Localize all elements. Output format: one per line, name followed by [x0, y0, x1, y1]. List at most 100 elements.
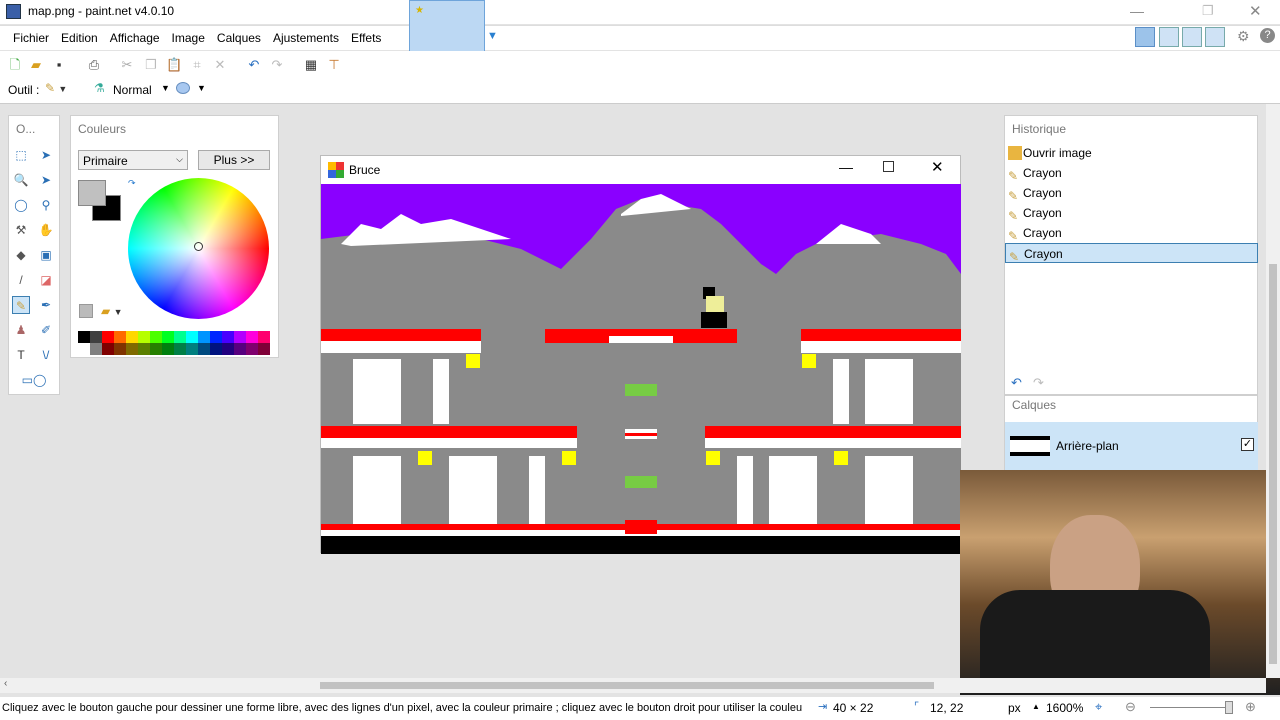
- palette-swatch[interactable]: [198, 343, 210, 355]
- redo-icon[interactable]: ↷: [269, 57, 285, 73]
- menu-effets[interactable]: Effets: [345, 26, 387, 50]
- history-undo-icon[interactable]: ↶: [1011, 375, 1022, 391]
- undo-icon[interactable]: ↶: [246, 57, 262, 73]
- zoom-to-window-icon[interactable]: ⌖: [1095, 699, 1102, 715]
- palette-swatch[interactable]: [150, 343, 162, 355]
- palette-swatch[interactable]: [138, 343, 150, 355]
- history-item[interactable]: Ouvrir image: [1005, 143, 1258, 163]
- more-colors-button[interactable]: Plus >>: [198, 150, 270, 170]
- palette-swatch[interactable]: [102, 331, 114, 343]
- history-window-toggle[interactable]: [1159, 27, 1179, 47]
- palette-swatch[interactable]: [126, 343, 138, 355]
- menu-image[interactable]: Image: [166, 26, 211, 50]
- palette-menu-icon[interactable]: ▰ ▼: [101, 304, 122, 318]
- game-canvas[interactable]: [321, 184, 961, 554]
- palette-swatch[interactable]: [174, 331, 186, 343]
- palette-swatch[interactable]: [162, 331, 174, 343]
- lasso-icon[interactable]: ⚒: [12, 221, 30, 239]
- tab-list-dropdown[interactable]: ▼: [487, 30, 498, 42]
- layers-window-toggle[interactable]: [1182, 27, 1202, 47]
- palette-swatch[interactable]: [78, 331, 90, 343]
- palette-swatch[interactable]: [114, 343, 126, 355]
- palette-swatch[interactable]: [222, 331, 234, 343]
- palette-swatch[interactable]: [210, 343, 222, 355]
- blend-mode-select[interactable]: Normal: [113, 83, 152, 97]
- antialias-icon[interactable]: [176, 82, 190, 94]
- zoom-slider-thumb[interactable]: [1225, 701, 1233, 714]
- pencil-tool-icon[interactable]: ✎ ▼: [45, 81, 67, 95]
- unit-select[interactable]: px: [1008, 701, 1021, 715]
- settings-icon[interactable]: ⚙: [1237, 28, 1250, 45]
- menu-affichage[interactable]: Affichage: [104, 26, 166, 50]
- color-mode-select[interactable]: Primaire ⌵: [78, 150, 188, 170]
- zoom-in-icon[interactable]: ⊕: [1245, 699, 1256, 715]
- tools-window-toggle[interactable]: [1135, 27, 1155, 47]
- unit-dropdown[interactable]: ▲: [1032, 702, 1040, 711]
- swap-colors-icon[interactable]: ↷: [128, 178, 136, 189]
- help-icon[interactable]: ?: [1260, 28, 1275, 43]
- palette-swatch[interactable]: [258, 331, 270, 343]
- grid-icon[interactable]: ▦: [303, 57, 319, 73]
- palette-swatch[interactable]: [210, 331, 222, 343]
- add-to-palette-icon[interactable]: [79, 304, 93, 318]
- palette-swatch[interactable]: [138, 331, 150, 343]
- maximize-button[interactable]: ❐: [1202, 3, 1214, 19]
- deselect-icon[interactable]: ✕: [212, 57, 228, 73]
- ruler-icon[interactable]: ⊤: [326, 57, 342, 73]
- text-icon[interactable]: T: [12, 346, 30, 364]
- horizontal-scrollbar[interactable]: ‹: [0, 678, 1266, 693]
- pencil-icon[interactable]: ✎: [12, 296, 30, 314]
- history-redo-icon[interactable]: ↷: [1033, 375, 1044, 391]
- scroll-left-arrow[interactable]: ‹: [4, 678, 7, 689]
- palette-swatch[interactable]: [102, 343, 114, 355]
- palette-swatch[interactable]: [126, 331, 138, 343]
- color-wheel-cursor[interactable]: [194, 242, 203, 251]
- game-minimize-button[interactable]: —: [839, 159, 853, 175]
- eraser-icon[interactable]: ◪: [37, 271, 55, 289]
- palette-swatch[interactable]: [174, 343, 186, 355]
- open-icon[interactable]: ▰: [28, 57, 44, 73]
- palette-swatch[interactable]: [90, 331, 102, 343]
- move-selection-icon[interactable]: ➤: [37, 146, 55, 164]
- zoom-out-icon[interactable]: ⊖: [1125, 699, 1136, 715]
- palette-swatch[interactable]: [198, 331, 210, 343]
- crop-icon[interactable]: ⌗: [189, 57, 205, 73]
- layer-item[interactable]: Arrière-plan ✓: [1005, 422, 1258, 470]
- paste-icon[interactable]: 📋: [166, 57, 182, 73]
- new-icon[interactable]: 🗋: [7, 57, 23, 73]
- minimize-button[interactable]: —: [1130, 3, 1144, 19]
- palette-swatch[interactable]: [258, 343, 270, 355]
- antialias-dropdown[interactable]: ▼: [197, 83, 206, 93]
- menu-calques[interactable]: Calques: [211, 26, 267, 50]
- cut-icon[interactable]: ✂: [119, 57, 135, 73]
- copy-icon[interactable]: ❐: [143, 57, 159, 73]
- paint-bucket-icon[interactable]: ◆: [12, 246, 30, 264]
- colors-window-toggle[interactable]: [1205, 27, 1225, 47]
- rectangle-select-icon[interactable]: ⬚: [12, 146, 30, 164]
- palette-swatch[interactable]: [186, 343, 198, 355]
- game-close-button[interactable]: ✕: [931, 158, 944, 176]
- blend-mode-dropdown[interactable]: ▼: [161, 83, 170, 93]
- palette-swatch[interactable]: [114, 331, 126, 343]
- line-icon[interactable]: \/: [37, 346, 55, 364]
- history-item[interactable]: ✎ Crayon: [1005, 163, 1258, 183]
- color-wheel[interactable]: [128, 178, 269, 319]
- history-item-selected[interactable]: ✎ Crayon: [1005, 243, 1258, 264]
- save-icon[interactable]: ▪: [51, 57, 67, 73]
- game-maximize-button[interactable]: [883, 161, 894, 172]
- history-item[interactable]: ✎ Crayon: [1005, 183, 1258, 203]
- palette-swatch[interactable]: [78, 343, 90, 355]
- magic-wand-icon[interactable]: ⚲: [37, 196, 55, 214]
- vertical-scrollbar-thumb[interactable]: [1269, 264, 1277, 664]
- zoom-slider[interactable]: [1150, 707, 1232, 708]
- print-icon[interactable]: ⎙: [86, 57, 102, 73]
- palette-swatch[interactable]: [222, 343, 234, 355]
- menu-ajustements[interactable]: Ajustements: [267, 26, 345, 50]
- shapes-icon[interactable]: ▭◯: [17, 371, 51, 389]
- clone-stamp-icon[interactable]: ♟: [12, 321, 30, 339]
- palette-swatch[interactable]: [186, 331, 198, 343]
- layer-visibility-checkbox[interactable]: ✓: [1241, 438, 1254, 451]
- palette-swatch[interactable]: [246, 331, 258, 343]
- menu-edition[interactable]: Edition: [55, 26, 104, 50]
- close-button[interactable]: ✕: [1249, 2, 1262, 20]
